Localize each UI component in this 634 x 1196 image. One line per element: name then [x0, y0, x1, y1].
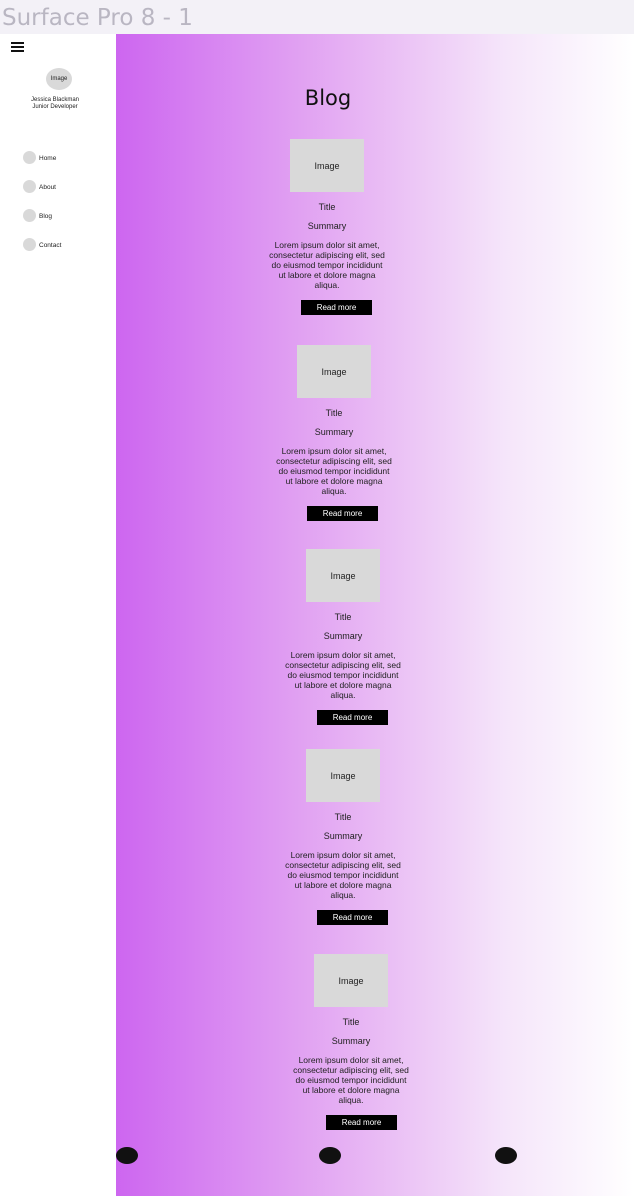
frame-label: Surface Pro 8 - 1 — [2, 5, 193, 31]
sidebar-item-about[interactable]: About — [23, 179, 56, 193]
home-icon — [23, 150, 36, 164]
post-image: Image — [306, 749, 380, 802]
sidebar — [0, 34, 116, 1196]
sidebar-item-label: About — [39, 184, 56, 191]
sidebar-item-label: Blog — [39, 213, 53, 220]
menu-icon[interactable] — [11, 42, 24, 52]
read-more-button[interactable]: Read more — [326, 1115, 397, 1130]
post-title: Title — [325, 408, 343, 418]
read-more-button[interactable]: Read more — [317, 710, 388, 725]
blog-post: Image Title Summary Lorem ipsum dolor si… — [247, 139, 407, 315]
post-title: Title — [334, 812, 352, 822]
pagination-dot[interactable] — [495, 1147, 517, 1164]
profile-role: Junior Developer — [32, 104, 78, 110]
read-more-button[interactable]: Read more — [301, 300, 372, 315]
blog-icon — [23, 208, 36, 222]
post-body: Lorem ipsum dolor sit amet, consectetur … — [269, 240, 385, 290]
post-summary: Summary — [314, 427, 354, 437]
pagination-dot[interactable] — [116, 1147, 138, 1164]
sidebar-item-blog[interactable]: Blog — [23, 208, 52, 222]
page-title: Blog — [304, 86, 352, 110]
post-summary: Summary — [307, 221, 347, 231]
post-summary: Summary — [323, 831, 363, 841]
contact-icon — [23, 237, 36, 251]
post-summary: Summary — [331, 1036, 371, 1046]
blog-post: Image Title Summary Lorem ipsum dolor si… — [254, 345, 414, 521]
post-body: Lorem ipsum dolor sit amet, consectetur … — [276, 446, 392, 496]
avatar: Image — [46, 68, 72, 90]
blog-post: Image Title Summary Lorem ipsum dolor si… — [271, 954, 431, 1130]
profile-name: Jessica Blackman — [30, 97, 80, 103]
post-body: Lorem ipsum dolor sit amet, consectetur … — [293, 1055, 409, 1105]
post-body: Lorem ipsum dolor sit amet, consectetur … — [285, 850, 401, 900]
post-title: Title — [342, 1017, 360, 1027]
read-more-button[interactable]: Read more — [317, 910, 388, 925]
main-content: Blog Image Title Summary Lorem ipsum dol… — [116, 34, 634, 1196]
read-more-button[interactable]: Read more — [307, 506, 378, 521]
blog-post: Image Title Summary Lorem ipsum dolor si… — [263, 549, 423, 725]
sidebar-item-contact[interactable]: Contact — [23, 237, 61, 251]
about-icon — [23, 179, 36, 193]
sidebar-item-label: Home — [39, 155, 57, 162]
post-image: Image — [290, 139, 364, 192]
post-image: Image — [314, 954, 388, 1007]
post-image: Image — [306, 549, 380, 602]
sidebar-item-home[interactable]: Home — [23, 150, 56, 164]
post-body: Lorem ipsum dolor sit amet, consectetur … — [285, 650, 401, 700]
post-title: Title — [318, 202, 336, 212]
sidebar-item-label: Contact — [39, 242, 62, 249]
post-image: Image — [297, 345, 371, 398]
post-summary: Summary — [323, 631, 363, 641]
blog-post: Image Title Summary Lorem ipsum dolor si… — [263, 749, 423, 925]
post-title: Title — [334, 612, 352, 622]
pagination-dot[interactable] — [319, 1147, 341, 1164]
